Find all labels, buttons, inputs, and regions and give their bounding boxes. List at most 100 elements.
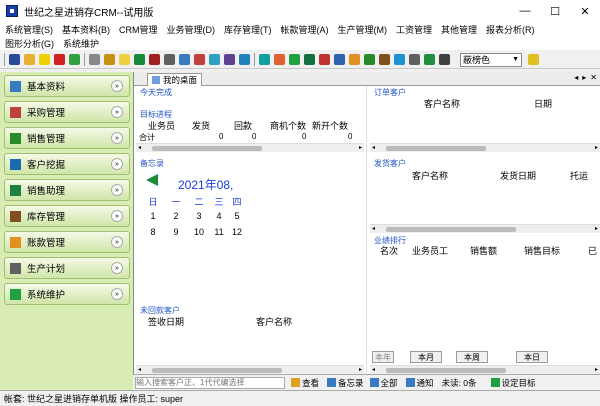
- rank-year-button[interactable]: 本年: [372, 351, 394, 363]
- menu-item-2[interactable]: CRM管理: [119, 23, 158, 36]
- sidebar-item-0[interactable]: 基本资料 »: [4, 75, 130, 97]
- menu-item-6[interactable]: 生产管理(M): [338, 23, 388, 36]
- notify-button[interactable]: 通知: [417, 377, 434, 389]
- toolbar-button-icon-24[interactable]: [379, 54, 390, 65]
- toolbar-button-icon-20[interactable]: [319, 54, 330, 65]
- ship-scrollbar[interactable]: ◂ ▸: [370, 224, 600, 233]
- calendar-day[interactable]: 2: [169, 211, 183, 221]
- maximize-button[interactable]: ☐: [540, 0, 570, 22]
- sidebar-item-label: 库存管理: [27, 212, 66, 223]
- toolbar-button-icon-1[interactable]: [24, 54, 35, 65]
- toolbar-button-icon-15[interactable]: [239, 54, 250, 65]
- expand-icon[interactable]: »: [111, 236, 123, 248]
- toolbar-button-icon-12[interactable]: [194, 54, 205, 65]
- expand-icon[interactable]: »: [111, 262, 123, 274]
- toolbar-button-icon-2[interactable]: [39, 54, 50, 65]
- expand-icon[interactable]: »: [111, 106, 123, 118]
- toolbar-button-icon-10[interactable]: [164, 54, 175, 65]
- toolbar-button-icon-3[interactable]: [54, 54, 65, 65]
- toolbar-button-icon-27[interactable]: [424, 54, 435, 65]
- expand-icon[interactable]: »: [111, 80, 123, 92]
- view-button[interactable]: 查看: [302, 377, 319, 389]
- toolbar-button-icon-9[interactable]: [149, 54, 160, 65]
- order-scrollbar[interactable]: ◂ ▸: [370, 143, 600, 152]
- menu-item-5[interactable]: 帐款管理(A): [281, 23, 329, 36]
- toolbar-button-icon-17[interactable]: [274, 54, 285, 65]
- toolbar-button-icon-4[interactable]: [69, 54, 80, 65]
- unpaid-scrollbar[interactable]: ◂ ▸: [136, 365, 364, 374]
- set-target-button[interactable]: 设定目标: [502, 377, 536, 389]
- sidebar-item-5[interactable]: 库存管理 »: [4, 205, 130, 227]
- calendar-day[interactable]: 9: [169, 227, 183, 237]
- tab-my-desktop[interactable]: 我的桌面: [147, 73, 203, 86]
- expand-icon[interactable]: »: [111, 184, 123, 196]
- expand-icon[interactable]: »: [111, 132, 123, 144]
- close-button[interactable]: ✕: [570, 0, 600, 22]
- expand-icon[interactable]: »: [111, 288, 123, 300]
- calendar-day[interactable]: 4: [212, 211, 226, 221]
- rank-week-button[interactable]: 本周: [456, 351, 488, 363]
- calendar-month[interactable]: 2021年08,: [178, 176, 233, 193]
- rank-scrollbar[interactable]: ◂ ▸: [370, 365, 600, 374]
- menu-item-0[interactable]: 系统管理(S): [5, 23, 53, 36]
- menu-item-8[interactable]: 其他管理: [441, 23, 477, 36]
- menu-item-row2-1[interactable]: 系统维护: [63, 37, 99, 50]
- calendar-day[interactable]: 1: [146, 211, 160, 221]
- toolbar-button-icon-14[interactable]: [224, 54, 235, 65]
- minimize-button[interactable]: —: [510, 0, 540, 22]
- calendar-weekday: 一: [171, 197, 181, 207]
- toolbar-button-icon-18[interactable]: [289, 54, 300, 65]
- sidebar-item-2[interactable]: 销售管理 »: [4, 127, 130, 149]
- toolbar-button-icon-22[interactable]: [349, 54, 360, 65]
- menu-item-3[interactable]: 业务管理(D): [167, 23, 216, 36]
- toolbar-button-icon-28[interactable]: [439, 54, 450, 65]
- sidebar-item-6[interactable]: 账款管理 »: [4, 231, 130, 253]
- menu-item-row2-0[interactable]: 图形分析(G): [5, 37, 54, 50]
- expand-icon[interactable]: »: [111, 158, 123, 170]
- target-scrollbar[interactable]: ◂ ▸: [136, 143, 364, 152]
- calendar-day[interactable]: 12: [230, 227, 244, 237]
- tab-next-icon[interactable]: ▸: [582, 73, 586, 82]
- calendar-day[interactable]: 3: [192, 211, 206, 221]
- rank-month-button[interactable]: 本月: [410, 351, 442, 363]
- exit-icon[interactable]: [528, 54, 539, 65]
- menu-item-7[interactable]: 工资管理: [396, 23, 432, 36]
- memo-button[interactable]: 备忘录: [338, 377, 364, 389]
- tab-close-icon[interactable]: ✕: [590, 73, 597, 82]
- expand-icon[interactable]: »: [111, 210, 123, 222]
- rank-day-button[interactable]: 本日: [516, 351, 548, 363]
- toolbar-button-icon-13[interactable]: [209, 54, 220, 65]
- toolbar-button-icon-7[interactable]: [119, 54, 130, 65]
- toolbar-button-icon-8[interactable]: [134, 54, 145, 65]
- calendar-day[interactable]: 10: [192, 227, 206, 237]
- calendar-day[interactable]: 8: [146, 227, 160, 237]
- customer-search-input[interactable]: [135, 376, 285, 389]
- calendar-day[interactable]: 11: [212, 227, 226, 237]
- target-col-payment: 回款: [234, 121, 253, 131]
- toolbar-button-icon-19[interactable]: [304, 54, 315, 65]
- sidebar-item-3[interactable]: 客户挖掘 »: [4, 153, 130, 175]
- customer-icon: [10, 158, 21, 170]
- toolbar-button-icon-21[interactable]: [334, 54, 345, 65]
- toolbar-button-icon-11[interactable]: [179, 54, 190, 65]
- all-button[interactable]: 全部: [381, 377, 398, 389]
- skin-select[interactable]: 蔽榜色 ▼: [460, 52, 522, 67]
- menu-item-1[interactable]: 基本资料(B): [62, 23, 110, 36]
- menu-item-9[interactable]: 报表分析(R): [486, 23, 535, 36]
- toolbar-button-icon-6[interactable]: [104, 54, 115, 65]
- toolbar-button-icon-5[interactable]: [89, 54, 100, 65]
- toolbar-button-icon-26[interactable]: [409, 54, 420, 65]
- sidebar-item-8[interactable]: 系统维护 »: [4, 283, 130, 305]
- tab-prev-icon[interactable]: ◂: [574, 73, 578, 82]
- toolbar-button-icon-16[interactable]: [259, 54, 270, 65]
- sidebar-item-1[interactable]: 采购管理 »: [4, 101, 130, 123]
- menu-item-4[interactable]: 库存管理(T): [224, 23, 272, 36]
- sidebar-item-7[interactable]: 生产计划 »: [4, 257, 130, 279]
- toolbar-button-icon-0[interactable]: [9, 54, 20, 65]
- calendar-prev-icon[interactable]: [146, 174, 158, 186]
- panel-divider: [366, 86, 367, 376]
- toolbar-button-icon-23[interactable]: [364, 54, 375, 65]
- calendar-day[interactable]: 5: [230, 211, 244, 221]
- sidebar-item-4[interactable]: 销售助理 »: [4, 179, 130, 201]
- toolbar-button-icon-25[interactable]: [394, 54, 405, 65]
